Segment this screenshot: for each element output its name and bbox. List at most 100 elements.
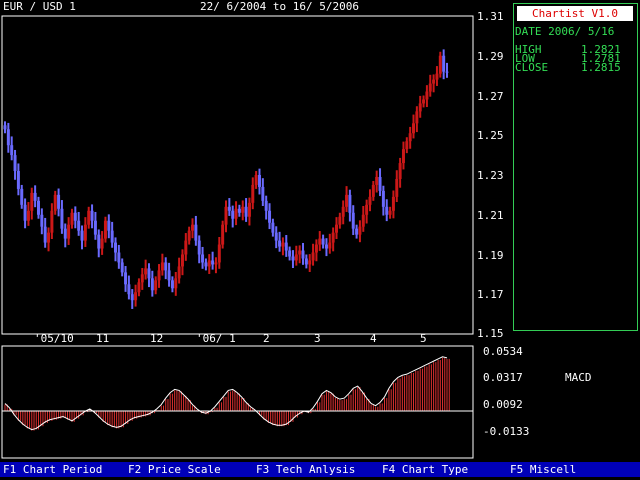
info-panel: Chartist V1.0 DATE 2006/ 5/16 HIGH 1.282… xyxy=(513,3,638,331)
price-candle-body xyxy=(221,224,225,245)
price-candle-body xyxy=(314,244,318,253)
price-candle-body xyxy=(335,224,338,233)
app-title: Chartist V1.0 xyxy=(517,6,633,21)
price-candle-body xyxy=(271,222,275,233)
menu-chart-period[interactable]: F1 Chart Period xyxy=(3,463,102,476)
pair-label: EUR / USD 1 xyxy=(3,0,76,13)
price-tick-label: 1.15 xyxy=(477,327,504,340)
price-candle-body xyxy=(36,200,40,215)
x-tick-label: 3 xyxy=(314,332,321,345)
price-candle-body xyxy=(435,73,439,80)
price-candle-body xyxy=(398,163,402,179)
price-candle-body xyxy=(375,176,379,185)
price-candle-body xyxy=(291,256,295,261)
price-candle-body xyxy=(157,270,161,281)
price-candle-body xyxy=(167,270,171,281)
price-candle-body xyxy=(445,71,449,73)
x-tick-label: '05/10 xyxy=(34,332,74,345)
macd-tick-label: 0.0317 xyxy=(483,371,523,384)
price-candle-body xyxy=(127,284,131,295)
price-candle-body xyxy=(345,194,349,207)
price-candle-body xyxy=(23,204,27,221)
price-candle-body xyxy=(251,184,255,203)
price-candle-body xyxy=(432,79,436,84)
price-candle-body xyxy=(442,55,446,72)
price-candle-body xyxy=(124,272,128,285)
price-candle-body xyxy=(107,220,111,231)
price-candle-body xyxy=(130,294,134,301)
price-candle-body xyxy=(160,262,164,271)
x-tick-label: 2 xyxy=(263,332,270,345)
price-candle-body xyxy=(70,212,74,225)
price-candle-body xyxy=(83,224,87,241)
price-candle-body xyxy=(10,145,14,156)
x-tick-label: '06/ 1 xyxy=(196,332,236,345)
price-candle-body xyxy=(26,210,30,221)
price-candle-body xyxy=(93,220,97,235)
price-candle-body xyxy=(422,99,426,104)
price-candle-body xyxy=(184,240,188,255)
price-candle-body xyxy=(261,186,265,201)
function-key-menu: F1 Chart Period F2 Price Scale F3 Tech A… xyxy=(0,462,640,477)
price-candle-body xyxy=(438,55,442,74)
price-candle-body xyxy=(224,206,228,225)
price-candle-body xyxy=(408,133,412,142)
price-candle-body xyxy=(60,208,64,229)
price-candle-body xyxy=(318,238,322,245)
price-candle-body xyxy=(177,266,181,279)
price-candle-body xyxy=(77,220,81,231)
close-label: CLOSE xyxy=(515,61,549,74)
price-candle-body xyxy=(331,232,335,243)
price-candle-body xyxy=(214,262,218,265)
price-candle-body xyxy=(3,125,7,130)
price-candle-body xyxy=(150,278,154,291)
macd-tick-label: 0.0092 xyxy=(483,398,523,411)
price-candle-body xyxy=(147,268,151,279)
macd-tick-label: -0.0133 xyxy=(483,425,530,438)
menu-chart-type[interactable]: F4 Chart Type xyxy=(382,463,468,476)
price-candle-body xyxy=(170,280,174,289)
menu-miscellaneous[interactable]: F5 Miscell xyxy=(510,463,576,476)
macd-signal-line xyxy=(4,356,448,431)
price-candle-body xyxy=(191,224,195,231)
x-tick-label: 11 xyxy=(96,332,110,345)
price-candle-body xyxy=(381,190,385,207)
x-tick-label: 4 xyxy=(370,332,377,345)
price-tick-label: 1.31 xyxy=(477,10,504,23)
price-candle-body xyxy=(67,224,71,239)
price-candle-body xyxy=(257,175,261,187)
price-candle-body xyxy=(288,250,292,257)
price-candle-body xyxy=(371,184,375,197)
price-candle-body xyxy=(144,268,148,275)
price-candle-body xyxy=(117,252,121,263)
price-candle-body xyxy=(140,274,144,283)
price-candle-body xyxy=(412,123,416,134)
price-candle-body xyxy=(247,202,251,217)
price-candle-body xyxy=(415,111,419,124)
price-candle-body xyxy=(301,250,305,259)
price-candle-body xyxy=(197,240,201,255)
menu-price-scale[interactable]: F2 Price Scale xyxy=(128,463,221,476)
price-candle-body xyxy=(6,129,10,146)
price-candle-body xyxy=(63,228,67,239)
price-candle-body xyxy=(47,232,51,243)
price-candle-body xyxy=(30,192,34,211)
price-candle-body xyxy=(428,83,432,92)
price-candle-body xyxy=(298,250,302,255)
price-candle-body xyxy=(294,254,298,261)
price-tick-label: 1.19 xyxy=(477,249,504,262)
macd-bars xyxy=(4,357,450,431)
price-candle-body xyxy=(385,206,389,215)
x-tick-label: 5 xyxy=(420,332,427,345)
price-candle-body xyxy=(211,260,215,265)
date-readout: DATE 2006/ 5/16 xyxy=(515,25,615,38)
price-candle-body xyxy=(53,194,57,211)
price-candle-body xyxy=(418,103,422,112)
price-candle-body xyxy=(254,175,258,185)
price-candle-body xyxy=(361,214,365,227)
price-candle-body xyxy=(40,214,44,227)
menu-tech-analysis[interactable]: F3 Tech Anlysis xyxy=(256,463,355,476)
price-candle-body xyxy=(284,242,288,251)
price-candle-body xyxy=(278,240,282,247)
price-candle-body xyxy=(234,208,238,219)
